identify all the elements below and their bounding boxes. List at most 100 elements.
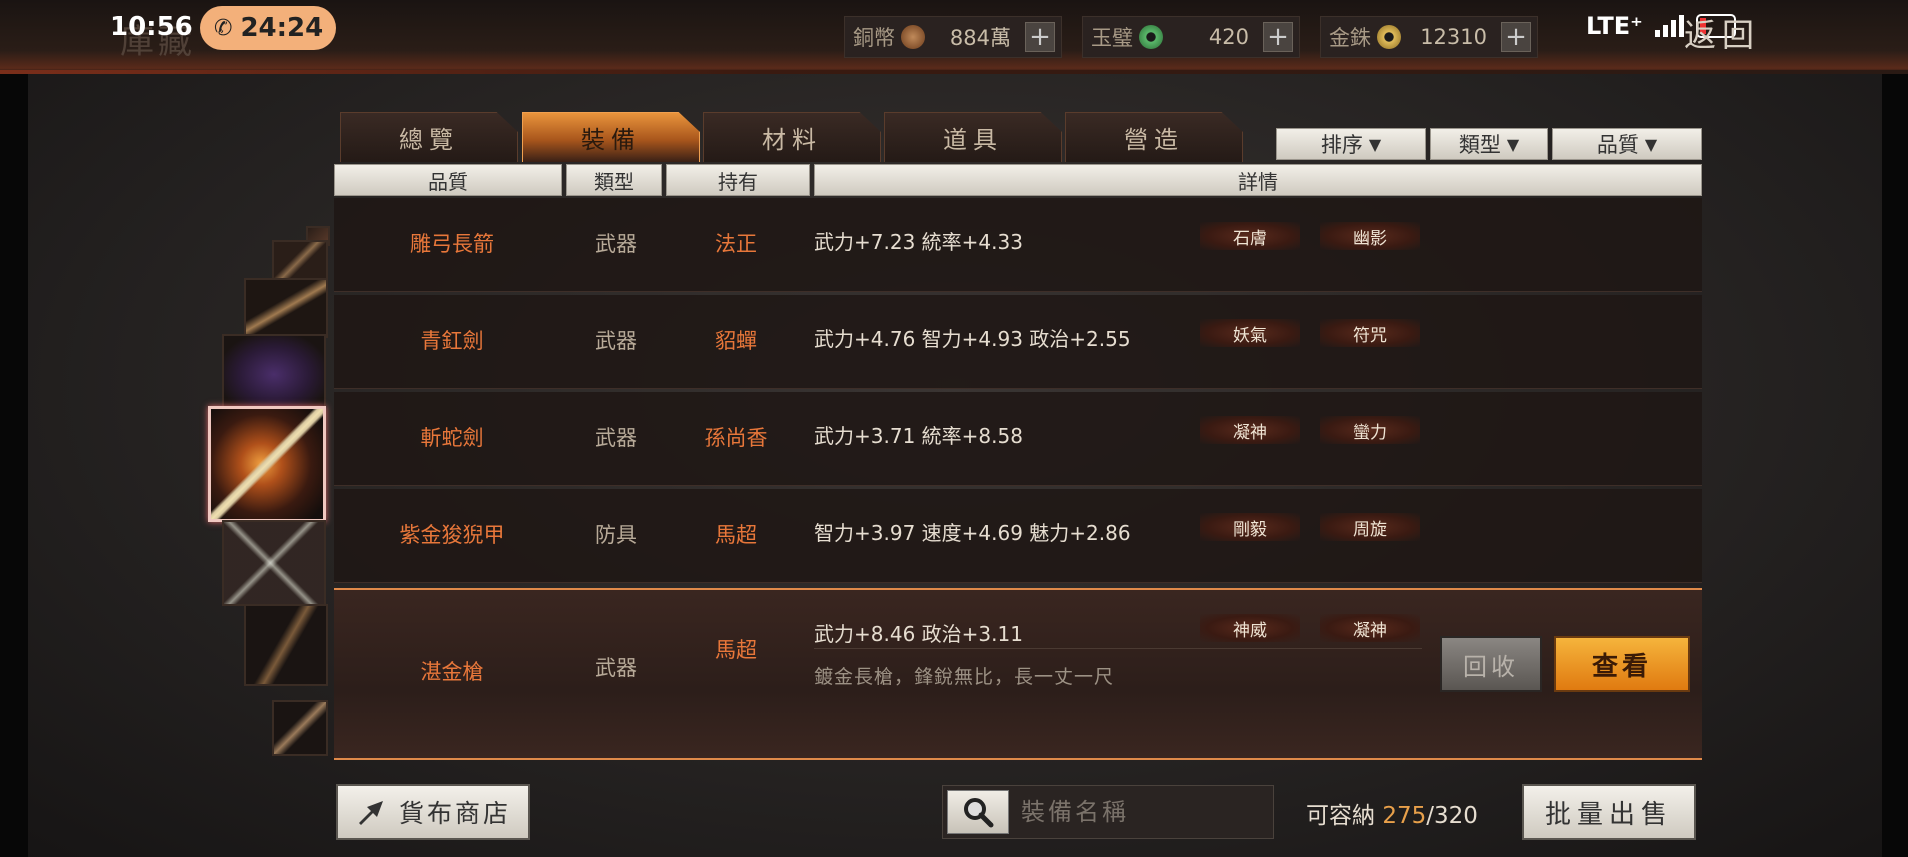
bulk-sell-button[interactable]: 批量出售 [1522, 784, 1696, 840]
item-thumbnail[interactable] [222, 520, 326, 606]
tab-materials[interactable]: 材料 [703, 112, 881, 162]
capacity-current: 275 [1382, 803, 1427, 829]
table-row[interactable]: 雕弓長箭 武器 法正 武力+7.23 統率+4.33 石膚 幽影 [334, 198, 1702, 292]
trait-badge: 符咒 [1320, 319, 1420, 347]
arrow-icon [358, 801, 383, 825]
column-quality[interactable]: 品質 [334, 164, 562, 196]
item-stats: 武力+3.71 統率+8.58 [814, 424, 1023, 448]
item-name: 湛金槍 [420, 660, 484, 684]
add-copper-button[interactable]: + [1025, 22, 1055, 52]
right-border [1882, 0, 1908, 857]
quality-dropdown[interactable]: 品質 ▼ [1552, 128, 1702, 160]
capacity-total: 320 [1433, 803, 1478, 829]
capacity-label: 可容納 [1306, 803, 1375, 829]
top-bar-edge [0, 70, 1908, 74]
item-type: 武器 [595, 656, 637, 680]
currency-value: 884萬 [949, 26, 1011, 50]
item-stats: 武力+8.46 政治+3.11 [814, 622, 1023, 646]
search-box [942, 785, 1274, 839]
item-stats: 智力+3.97 速度+4.69 魅力+2.86 [814, 521, 1131, 545]
currency-gold: 金銖 12310 + [1320, 16, 1538, 58]
left-border [0, 0, 28, 857]
trait-badge: 神威 [1200, 614, 1300, 642]
trait-badge: 幽影 [1320, 222, 1420, 250]
item-type: 武器 [595, 329, 637, 353]
recycle-button[interactable]: 回收 [1440, 636, 1542, 692]
item-owner: 馬超 [715, 523, 757, 547]
item-stats: 武力+7.23 統率+4.33 [814, 230, 1023, 254]
gold-coin-icon [1377, 25, 1401, 49]
copper-coin-icon [901, 25, 925, 49]
phone-icon: ✆ [214, 15, 233, 41]
item-thumbnail[interactable] [244, 604, 328, 686]
item-name: 斬蛇劍 [420, 426, 484, 450]
item-owner: 法正 [715, 232, 757, 256]
trait-badge: 凝神 [1320, 614, 1420, 642]
quality-label: 品質 [1596, 133, 1639, 157]
item-thumbnail-selected[interactable] [208, 406, 326, 522]
trait-badge: 剛毅 [1200, 513, 1300, 541]
item-thumbnail[interactable] [272, 700, 328, 756]
item-name: 紫金狻猊甲 [399, 523, 505, 547]
capacity-display: 可容納 275/320 [1306, 796, 1478, 830]
currency-jade: 玉璧 420 + [1082, 16, 1300, 58]
sort-dropdown[interactable]: 排序 ▼ [1276, 128, 1426, 160]
search-button[interactable] [947, 790, 1009, 834]
trait-badge: 周旋 [1320, 513, 1420, 541]
item-thumbnail[interactable] [244, 278, 328, 338]
add-gold-button[interactable]: + [1501, 22, 1531, 52]
view-button[interactable]: 查看 [1554, 636, 1690, 692]
call-timer: 24:24 [240, 13, 324, 43]
currency-shop-button[interactable]: 貨布商店 [336, 784, 530, 840]
item-thumbnail[interactable] [222, 334, 326, 408]
item-type: 武器 [595, 426, 637, 450]
currency-name: 玉璧 [1091, 26, 1133, 50]
item-owner: 孫尚香 [704, 426, 768, 450]
item-thumbnail[interactable] [272, 240, 328, 280]
network-label: LTE⁺ [1586, 12, 1643, 40]
table-row[interactable]: 斬蛇劍 武器 孫尚香 武力+3.71 統率+8.58 凝神 蠻力 [334, 392, 1702, 486]
sort-label: 排序 [1320, 133, 1363, 157]
table-row[interactable]: 青釭劍 武器 貂蟬 武力+4.76 智力+4.93 政治+2.55 妖氣 符咒 [334, 295, 1702, 389]
triangle-down-icon: ▼ [1368, 134, 1382, 154]
jade-coin-icon [1139, 25, 1163, 49]
item-description: 鍍金長槍，鋒銳無比，長一丈一尺 [814, 666, 1115, 688]
type-dropdown[interactable]: 類型 ▼ [1430, 128, 1548, 160]
item-type: 防具 [595, 523, 637, 547]
add-jade-button[interactable]: + [1263, 22, 1293, 52]
status-time: 10:56 [110, 12, 193, 42]
divider [814, 648, 1422, 649]
column-detail: 詳情 [814, 164, 1702, 196]
trait-badge: 蠻力 [1320, 416, 1420, 444]
currency-name: 金銖 [1329, 26, 1371, 50]
capacity-separator: / [1426, 803, 1434, 829]
currency-name: 銅幣 [853, 26, 895, 50]
tab-items[interactable]: 道具 [884, 112, 1062, 162]
search-input[interactable] [1021, 792, 1261, 832]
tab-overview[interactable]: 總覽 [340, 112, 518, 162]
item-stats: 武力+4.76 智力+4.93 政治+2.55 [814, 327, 1131, 351]
signal-icon [1654, 15, 1684, 37]
shop-label: 貨布商店 [398, 799, 511, 828]
trait-badge: 妖氣 [1200, 319, 1300, 347]
column-type[interactable]: 類型 [566, 164, 662, 196]
item-owner: 馬超 [715, 638, 757, 662]
tab-construction[interactable]: 營造 [1065, 112, 1243, 162]
trait-badge: 凝神 [1200, 416, 1300, 444]
item-name: 青釭劍 [420, 329, 484, 353]
currency-value: 12310 [1420, 25, 1487, 49]
tab-equipment[interactable]: 裝備 [522, 112, 700, 162]
item-type: 武器 [595, 232, 637, 256]
triangle-down-icon: ▼ [1506, 134, 1520, 154]
call-indicator[interactable]: ✆ 24:24 [200, 6, 336, 50]
currency-copper: 銅幣 884萬 + [844, 16, 1062, 58]
search-icon [964, 798, 994, 828]
triangle-down-icon: ▼ [1644, 134, 1658, 154]
type-label: 類型 [1458, 133, 1501, 157]
item-owner: 貂蟬 [715, 329, 757, 353]
trait-badge: 石膚 [1200, 222, 1300, 250]
back-button[interactable]: 返回 [1684, 10, 1760, 56]
column-owner[interactable]: 持有 [666, 164, 810, 196]
currency-value: 420 [1208, 25, 1249, 49]
table-row[interactable]: 紫金狻猊甲 防具 馬超 智力+3.97 速度+4.69 魅力+2.86 剛毅 周… [334, 489, 1702, 583]
